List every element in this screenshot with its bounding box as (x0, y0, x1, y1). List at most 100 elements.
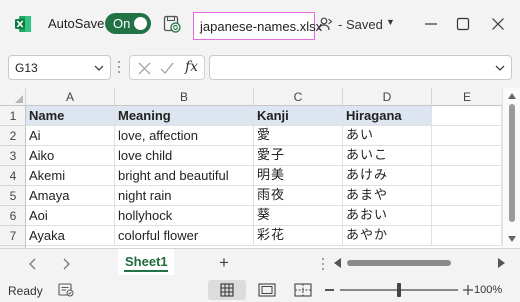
expand-chevron-down-icon[interactable] (495, 64, 505, 72)
cell[interactable]: love child (115, 146, 254, 166)
cell[interactable]: night rain (115, 186, 254, 206)
title-bar: AutoSave On japanese-names.xlsx - Saved … (0, 0, 520, 48)
zoom-slider-thumb[interactable] (397, 283, 401, 297)
cell[interactable]: Aoi (26, 206, 115, 226)
cell[interactable]: Amaya (26, 186, 115, 206)
scroll-up-icon[interactable] (508, 93, 516, 99)
vertical-dots-icon[interactable] (321, 257, 325, 271)
zoom-out-button[interactable] (325, 289, 334, 291)
cell[interactable] (432, 186, 502, 206)
cell[interactable]: 愛子 (254, 146, 343, 166)
name-box[interactable]: G13 (8, 55, 111, 80)
cell[interactable]: 雨夜 (254, 186, 343, 206)
save-sync-icon[interactable] (162, 14, 182, 34)
filename-box[interactable]: japanese-names.xlsx (193, 12, 322, 40)
cell[interactable] (432, 106, 502, 126)
accessibility-icon[interactable] (58, 283, 74, 297)
cell[interactable] (432, 166, 502, 186)
scroll-down-icon[interactable] (508, 236, 516, 242)
active-tab-underline (124, 270, 168, 272)
cell[interactable]: Name (26, 106, 115, 126)
cell[interactable]: bright and beautiful (115, 166, 254, 186)
cell[interactable]: hollyhock (115, 206, 254, 226)
cell[interactable] (432, 146, 502, 166)
excel-logo-icon (15, 16, 31, 32)
cell[interactable]: あい (343, 126, 432, 146)
maximize-icon[interactable] (448, 9, 478, 39)
column-header[interactable]: A (26, 88, 115, 106)
zoom-in-icon[interactable] (462, 284, 474, 296)
normal-view-button[interactable] (208, 280, 246, 300)
vertical-dots-icon[interactable] (117, 59, 121, 75)
vertical-scroll-thumb[interactable] (509, 104, 515, 222)
minimize-icon[interactable] (416, 9, 446, 39)
cell[interactable]: 愛 (254, 126, 343, 146)
status-chevron-down-icon[interactable]: ▼ (386, 17, 395, 27)
save-status[interactable]: - Saved (338, 17, 383, 32)
cell[interactable]: あやか (343, 226, 432, 246)
scroll-right-icon[interactable] (497, 258, 505, 268)
cancel-icon[interactable] (138, 62, 151, 75)
cell[interactable]: Kanji (254, 106, 343, 126)
column-header[interactable]: C (254, 88, 343, 106)
tab-sheet1[interactable]: Sheet1 (118, 249, 174, 275)
grid-view-icon (220, 283, 234, 297)
formula-tools: fx (129, 55, 205, 80)
row-header[interactable]: 4 (0, 166, 26, 186)
scroll-left-icon[interactable] (334, 258, 342, 268)
table-row: Ai love, affection 愛 あい (26, 126, 502, 146)
cell[interactable] (432, 226, 502, 246)
column-header[interactable]: D (343, 88, 432, 106)
row-header[interactable]: 5 (0, 186, 26, 206)
cell[interactable]: あまや (343, 186, 432, 206)
column-header[interactable]: B (115, 88, 254, 106)
cell[interactable] (432, 126, 502, 146)
cell[interactable]: あいこ (343, 146, 432, 166)
ready-status: Ready (8, 284, 43, 298)
cell[interactable]: 彩花 (254, 226, 343, 246)
row-header[interactable]: 7 (0, 226, 26, 246)
cell[interactable]: Aiko (26, 146, 115, 166)
row-header[interactable]: 3 (0, 146, 26, 166)
table-row: Ayaka colorful flower 彩花 あやか (26, 226, 502, 246)
horizontal-scroll-thumb[interactable] (347, 260, 451, 266)
chevron-down-icon[interactable] (94, 64, 104, 72)
add-sheet-button[interactable]: + (219, 254, 229, 272)
insert-function-button[interactable]: fx (185, 59, 198, 75)
row-header[interactable]: 2 (0, 126, 26, 146)
row-header[interactable]: 6 (0, 206, 26, 226)
close-icon[interactable] (483, 9, 513, 39)
page-layout-icon[interactable] (258, 283, 276, 297)
cell[interactable]: colorful flower (115, 226, 254, 246)
cell[interactable]: 明美 (254, 166, 343, 186)
cell[interactable]: Meaning (115, 106, 254, 126)
chevron-left-icon[interactable] (28, 258, 38, 270)
toggle-knob (134, 17, 147, 30)
cell[interactable]: 葵 (254, 206, 343, 226)
vertical-scrollbar[interactable] (502, 88, 520, 248)
cell[interactable]: Hiragana (343, 106, 432, 126)
cell[interactable]: Ayaka (26, 226, 115, 246)
row-header[interactable]: 1 (0, 106, 26, 126)
cell[interactable]: あおい (343, 206, 432, 226)
autosave-toggle[interactable]: On (105, 13, 151, 34)
cell[interactable]: Ai (26, 126, 115, 146)
chevron-right-icon[interactable] (61, 258, 71, 270)
horizontal-scrollbar[interactable] (347, 259, 493, 267)
formula-input[interactable] (209, 55, 512, 80)
page-break-preview-icon[interactable] (294, 283, 312, 297)
zoom-percentage[interactable]: 100% (474, 284, 502, 296)
select-all-corner[interactable] (0, 88, 26, 106)
column-header[interactable]: E (432, 88, 502, 106)
formula-bar: G13 fx (0, 48, 520, 88)
cell[interactable] (432, 206, 502, 226)
cell[interactable]: Akemi (26, 166, 115, 186)
row-headers: 1 2 3 4 5 6 7 (0, 106, 26, 248)
share-people-icon[interactable] (318, 16, 334, 32)
table-row: Name Meaning Kanji Hiragana (26, 106, 502, 126)
table-row: Aiko love child 愛子 あいこ (26, 146, 502, 166)
cell[interactable]: love, affection (115, 126, 254, 146)
status-bar: Ready 100% (0, 278, 520, 302)
enter-check-icon[interactable] (160, 62, 174, 75)
cell[interactable]: あけみ (343, 166, 432, 186)
